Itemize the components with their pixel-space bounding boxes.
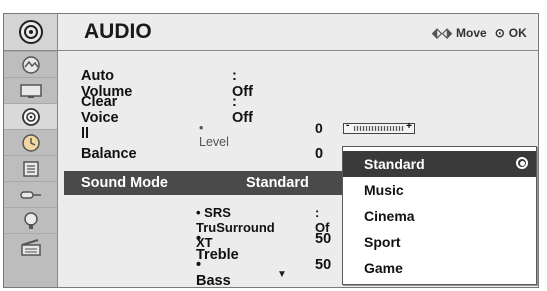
option-game[interactable]: Game [343, 255, 536, 281]
move-label: Move [456, 26, 487, 40]
sidebar-header-audio-icon [4, 14, 57, 51]
slider-plus: + [406, 121, 412, 132]
row-value: 0 [315, 146, 324, 162]
option-label: Music [364, 182, 404, 198]
row-label: Balance [81, 146, 137, 162]
slider-track [354, 126, 404, 131]
sidebar [4, 14, 58, 287]
move-icon: ⬖⬗ [432, 25, 452, 40]
option-cinema[interactable]: Cinema [343, 203, 536, 229]
sidebar-item-movie[interactable] [4, 233, 57, 260]
row-value: 50 [315, 231, 332, 247]
header-divider [57, 50, 538, 51]
level-slider[interactable]: - + [343, 120, 415, 134]
row-label: • Level [199, 121, 229, 149]
row-value: 50 [315, 257, 332, 273]
scroll-down-arrow-icon[interactable]: ▼ [277, 269, 287, 280]
option-sport[interactable]: Sport [343, 229, 536, 255]
ok-label: OK [508, 26, 527, 40]
audio-icon [21, 108, 40, 126]
sidebar-item-audio[interactable] [4, 103, 57, 130]
row-label: • Bass [196, 257, 231, 289]
screen-icon [19, 84, 42, 98]
lock-icon [23, 212, 38, 229]
option-label: Game [364, 260, 403, 276]
radio-selected-icon [516, 157, 528, 169]
sidebar-item-picture[interactable] [4, 51, 57, 78]
row-label: Clear Voice ll [81, 94, 119, 142]
sidebar-item-time[interactable] [4, 129, 57, 156]
input-icon [19, 191, 41, 199]
menu-row-sound-mode[interactable]: Sound Mode Standard [64, 171, 364, 195]
option-label: Standard [364, 156, 425, 172]
page-title: AUDIO [84, 20, 152, 43]
row-label: Sound Mode [81, 175, 168, 191]
option-icon [22, 161, 39, 177]
picture-icon [21, 56, 40, 74]
option-label: Cinema [364, 208, 415, 224]
sidebar-item-input[interactable] [4, 181, 57, 208]
row-value: Standard [246, 175, 309, 191]
option-music[interactable]: Music [343, 177, 536, 203]
row-value: 0 [315, 120, 323, 136]
sidebar-item-screen[interactable] [4, 77, 57, 104]
sidebar-item-option[interactable] [4, 155, 57, 182]
time-icon [21, 134, 40, 152]
row-value: : Off [232, 94, 253, 126]
option-label: Sport [364, 234, 401, 250]
ok-icon: ⊙ [494, 26, 505, 40]
option-standard[interactable]: Standard [343, 151, 536, 177]
nav-hint: ⬖⬗ Move ⊙ OK [432, 25, 527, 41]
sidebar-item-lock[interactable] [4, 207, 57, 234]
sound-mode-dropdown: Standard Music Cinema Sport Game [342, 146, 537, 285]
movie-icon [20, 239, 41, 256]
slider-minus: - [346, 120, 350, 131]
